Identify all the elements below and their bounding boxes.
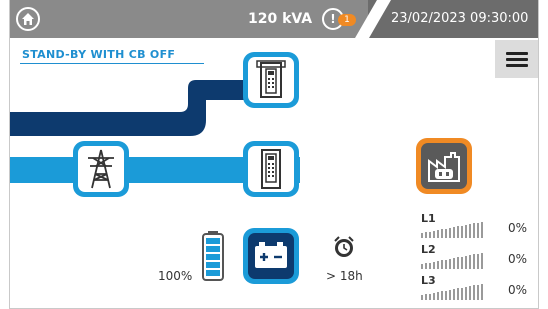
battery-autonomy: > 18h — [326, 269, 363, 283]
level-bar — [433, 262, 435, 269]
level-bar — [481, 284, 483, 300]
level-bar — [437, 230, 439, 238]
level-bar — [461, 257, 463, 269]
level-bar — [461, 226, 463, 238]
level-bar — [457, 288, 459, 300]
power-rating: 120 kVA — [248, 11, 313, 27]
ups-bypass-icon — [256, 60, 286, 98]
load-icon — [428, 152, 460, 182]
level-bar — [433, 231, 435, 238]
level-bar — [453, 227, 455, 238]
home-icon[interactable] — [16, 7, 40, 31]
level-bar — [469, 255, 471, 269]
level-bar — [433, 293, 435, 300]
level-bar — [469, 286, 471, 300]
level-bar — [465, 256, 467, 269]
level-bar — [465, 225, 467, 238]
level-bar — [473, 254, 475, 269]
level-bar — [453, 258, 455, 269]
phase-l2-bars — [421, 253, 487, 269]
level-bar — [441, 260, 443, 269]
level-bar — [421, 233, 423, 238]
level-bar — [449, 259, 451, 269]
ups-bypass-node[interactable] — [243, 52, 299, 108]
level-bar — [481, 253, 483, 269]
level-bar — [429, 294, 431, 300]
phase-l2-value: 0% — [508, 252, 528, 266]
phase-l3-value: 0% — [508, 283, 528, 297]
level-bar — [477, 285, 479, 300]
level-bar — [425, 294, 427, 300]
grid-pylon-icon — [88, 149, 114, 189]
ups-screen: 120 kVA ! 1 23/02/2023 09:30:00 STAND-BY… — [9, 0, 539, 309]
ups-main-node[interactable] — [243, 141, 299, 197]
alarm-count-badge: 1 — [338, 14, 356, 26]
level-bar — [425, 232, 427, 238]
timer-icon — [334, 236, 354, 257]
level-bar — [473, 223, 475, 238]
level-bar — [445, 229, 447, 238]
battery-converter-node[interactable] — [243, 228, 299, 284]
level-bar — [445, 291, 447, 300]
level-bar — [477, 223, 479, 238]
level-bar — [453, 289, 455, 300]
phase-l1-value: 0% — [508, 221, 528, 235]
load-node[interactable] — [416, 138, 472, 194]
level-bar — [457, 226, 459, 238]
level-bar — [457, 257, 459, 269]
level-bar — [445, 260, 447, 269]
level-bar — [437, 261, 439, 269]
menu-button[interactable] — [495, 40, 538, 78]
alarm-icon[interactable]: ! 1 — [322, 8, 358, 30]
level-bar — [449, 290, 451, 300]
battery-level-icon — [202, 231, 224, 281]
level-bar — [469, 224, 471, 238]
level-bar — [461, 288, 463, 300]
level-bar — [441, 291, 443, 300]
level-bar — [429, 263, 431, 269]
battery-converter-icon — [255, 242, 287, 268]
level-bar — [477, 254, 479, 269]
phase-l3-bars — [421, 284, 487, 300]
level-bar — [465, 287, 467, 300]
level-bar — [437, 292, 439, 300]
level-bar — [429, 232, 431, 238]
ups-main-icon — [261, 149, 281, 189]
phase-l1-bars — [421, 222, 487, 238]
level-bar — [421, 295, 423, 300]
level-bar — [421, 264, 423, 269]
level-bar — [441, 229, 443, 238]
level-bar — [473, 285, 475, 300]
top-bar: 120 kVA ! 1 23/02/2023 09:30:00 — [10, 0, 538, 38]
date-time: 23/02/2023 09:30:00 — [391, 11, 529, 26]
level-bar — [481, 222, 483, 238]
level-bar — [425, 263, 427, 269]
level-bar — [449, 228, 451, 238]
battery-charge: 100% — [158, 269, 193, 283]
grid-input-node[interactable] — [73, 141, 129, 197]
